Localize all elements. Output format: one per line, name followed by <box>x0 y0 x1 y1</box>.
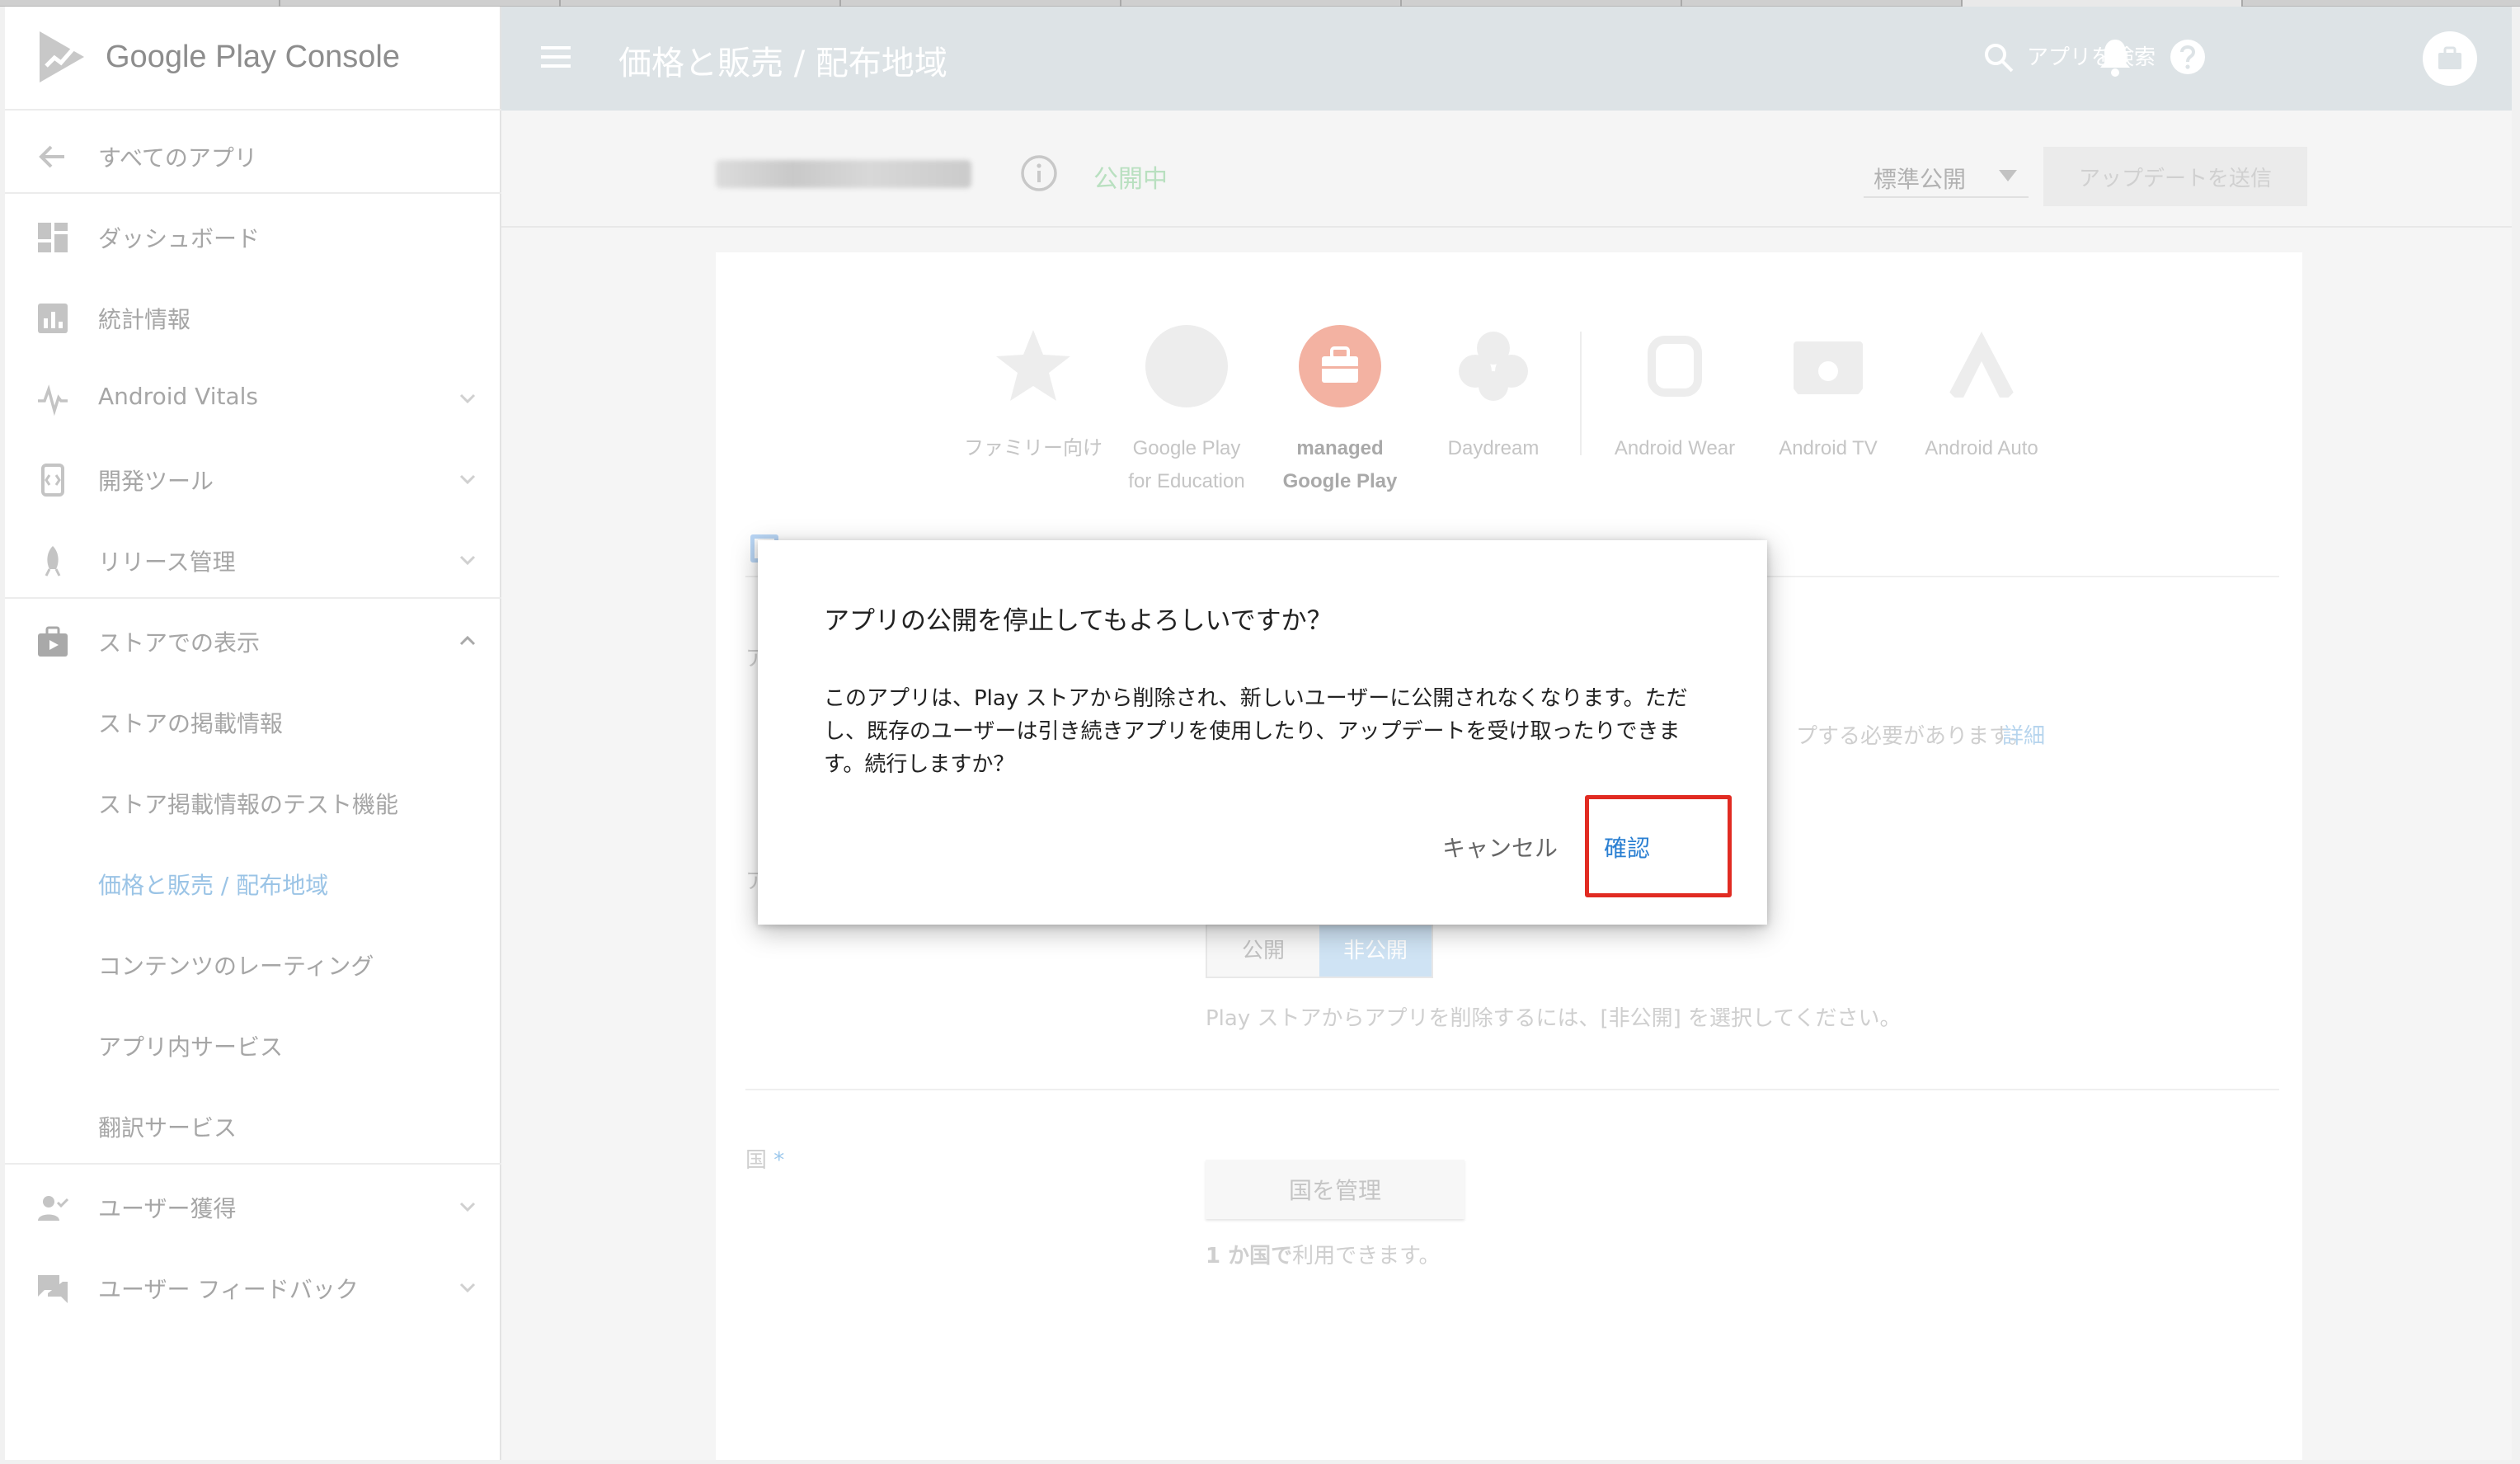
dialog-title: アプリの公開を停止してもよろしいですか？ <box>824 606 1333 636</box>
browser-tab-active[interactable] <box>1963 0 2243 7</box>
browser-tab[interactable] <box>1121 0 1402 7</box>
browser-tab[interactable] <box>561 0 841 7</box>
red-highlight-annotation <box>1585 795 1732 897</box>
browser-tab[interactable] <box>841 0 1121 7</box>
browser-tab-strip <box>0 0 2520 7</box>
browser-tab[interactable] <box>280 0 561 7</box>
browser-tab[interactable] <box>0 0 280 7</box>
cancel-button[interactable]: キャンセル <box>1442 824 1558 870</box>
dialog-body: このアプリは、Play ストアから削除され、新しいユーザーに公開されなくなります… <box>824 686 1688 777</box>
play-console-app: Google Play Console すべてのアプリ ダッシュボード 統計情報… <box>5 7 2512 1460</box>
browser-tab[interactable] <box>1402 0 1682 7</box>
browser-tab[interactable] <box>1682 0 1963 7</box>
